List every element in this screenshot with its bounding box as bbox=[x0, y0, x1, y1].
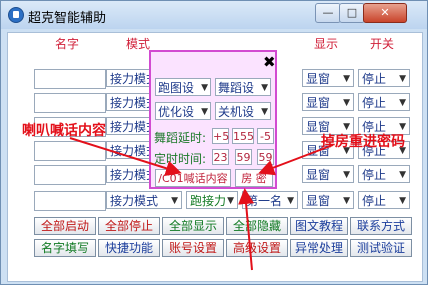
toggle-select-value: 停止 bbox=[362, 72, 387, 86]
column-header-mode: 模式 bbox=[126, 37, 151, 51]
window-title: 超克智能辅助 bbox=[28, 11, 107, 26]
chevron-down-icon: ▼ bbox=[261, 107, 268, 117]
account-settings-button[interactable]: 账号设置 bbox=[162, 239, 224, 257]
timer-hour-field[interactable]: 23 bbox=[212, 149, 229, 165]
display-select-value: 显窗 bbox=[306, 72, 331, 86]
chevron-down-icon: ▼ bbox=[343, 74, 350, 84]
timer-label: 定时时间: bbox=[154, 152, 207, 166]
toggle-select[interactable]: 停止 ▼ bbox=[358, 69, 410, 87]
toggle-select[interactable]: 停止 ▼ bbox=[358, 191, 410, 209]
minimize-button[interactable]: — bbox=[315, 3, 341, 23]
dance-setting-value: 舞蹈设 bbox=[218, 81, 255, 95]
start-all-button[interactable]: 全部启动 bbox=[34, 217, 96, 235]
toggle-select-value: 停止 bbox=[362, 168, 387, 182]
timer-second-field[interactable]: 59 bbox=[257, 149, 274, 165]
stop-all-button[interactable]: 全部停止 bbox=[98, 217, 160, 235]
display-select[interactable]: 显窗 ▼ bbox=[302, 165, 354, 183]
rank-select[interactable]: 第一名 ▼ bbox=[242, 191, 298, 209]
relay-select[interactable]: 跑接力 ▼ bbox=[186, 191, 238, 209]
chevron-down-icon: ▼ bbox=[343, 170, 350, 180]
chevron-down-icon: ▼ bbox=[399, 170, 406, 180]
mode-select[interactable]: 接力模式 bbox=[106, 165, 154, 183]
mode-select[interactable]: 接力模式 bbox=[106, 117, 154, 135]
display-select[interactable]: 显窗 ▼ bbox=[302, 69, 354, 87]
name-input[interactable] bbox=[34, 93, 106, 113]
timer-minute-field[interactable]: 59 bbox=[235, 149, 252, 165]
chevron-down-icon: ▼ bbox=[261, 83, 268, 93]
show-all-button[interactable]: 全部显示 bbox=[162, 217, 224, 235]
advanced-settings-button[interactable]: 高级设置 bbox=[226, 239, 288, 257]
quick-functions-button[interactable]: 快捷功能 bbox=[98, 239, 160, 257]
annotation-room-password: 掉房重进密码 bbox=[321, 134, 405, 150]
chevron-down-icon: ▼ bbox=[399, 74, 406, 84]
display-select-value: 显窗 bbox=[306, 96, 331, 110]
chevron-down-icon: ▼ bbox=[227, 196, 234, 206]
display-select-value: 显窗 bbox=[306, 194, 331, 208]
chevron-down-icon: ▼ bbox=[343, 196, 350, 206]
test-verify-button[interactable]: 测试验证 bbox=[350, 239, 412, 257]
maximize-button[interactable]: □ bbox=[339, 3, 365, 23]
name-input[interactable] bbox=[34, 191, 106, 211]
shout-content-field[interactable]: /C01喊话内容 bbox=[155, 169, 231, 187]
relay-select-value: 跑接力 bbox=[190, 194, 227, 208]
toggle-select-value: 停止 bbox=[362, 96, 387, 110]
close-button[interactable]: ✕ bbox=[363, 3, 407, 23]
mode-select[interactable]: 接力模式 bbox=[106, 141, 154, 159]
chevron-down-icon: ▼ bbox=[201, 83, 208, 93]
mode-select-value: 接力模式 bbox=[110, 96, 154, 110]
exception-handling-button[interactable]: 异常处理 bbox=[290, 239, 348, 257]
mode-select-value: 接力模式 bbox=[110, 144, 154, 158]
name-input[interactable] bbox=[34, 165, 106, 185]
dance-delay-label: 舞蹈延时: bbox=[154, 131, 207, 145]
column-header-toggle: 开关 bbox=[370, 37, 395, 51]
mode-select[interactable]: 接力模式 bbox=[106, 69, 154, 87]
toggle-select-value: 停止 bbox=[362, 194, 387, 208]
chevron-down-icon: ▼ bbox=[399, 98, 406, 108]
mode-select[interactable]: 接力模式 ▼ bbox=[106, 191, 182, 209]
shutdown-setting-value: 关机设 bbox=[218, 105, 255, 119]
tutorial-button[interactable]: 图文教程 bbox=[290, 217, 348, 235]
dance-delay-plus-button[interactable]: +5 bbox=[212, 128, 229, 144]
column-header-name: 名字 bbox=[55, 37, 80, 51]
annotation-shout-content: 喇叭喊话内容 bbox=[22, 123, 106, 139]
mode-select-value: 接力模式 bbox=[110, 120, 154, 134]
shutdown-setting-select[interactable]: 关机设 ▼ bbox=[215, 102, 271, 120]
advanced-settings-popup: ✖ 跑图设 ▼ 舞蹈设 ▼ 优化设 ▼ 关机设 ▼ 舞蹈延时: +5 155 -5 定时… bbox=[149, 50, 277, 189]
chevron-down-icon: ▼ bbox=[171, 196, 178, 206]
mode-select-value: 接力模式 bbox=[110, 194, 159, 208]
mode-select-value: 接力模式 bbox=[110, 168, 154, 182]
chevron-down-icon: ▼ bbox=[399, 196, 406, 206]
chevron-down-icon: ▼ bbox=[287, 196, 294, 206]
map-setting-value: 跑图设 bbox=[158, 81, 195, 95]
app-icon bbox=[8, 7, 24, 23]
title-bar[interactable]: 超克智能辅助 — □ ✕ bbox=[1, 1, 427, 29]
display-select-value: 显窗 bbox=[306, 168, 331, 182]
contact-button[interactable]: 联系方式 bbox=[350, 217, 412, 235]
dance-delay-value[interactable]: 155 bbox=[232, 128, 254, 144]
optimize-setting-select[interactable]: 优化设 ▼ bbox=[155, 102, 211, 120]
map-setting-select[interactable]: 跑图设 ▼ bbox=[155, 78, 211, 96]
toggle-select[interactable]: 停止 ▼ bbox=[358, 165, 410, 183]
column-header-display: 显示 bbox=[314, 37, 339, 51]
app-window: 超克智能辅助 — □ ✕ 名字 模式 显示 开关 接力模式 显窗 ▼ 停止 ▼ 接力… bbox=[0, 0, 428, 285]
close-icon[interactable]: ✖ bbox=[263, 53, 276, 71]
room-password-field[interactable]: 房 密 bbox=[235, 169, 273, 187]
fill-names-button[interactable]: 名字填写 bbox=[34, 239, 96, 257]
toggle-select[interactable]: 停止 ▼ bbox=[358, 93, 410, 111]
mode-select-value: 接力模式 bbox=[110, 72, 154, 86]
dance-delay-minus-button[interactable]: -5 bbox=[257, 128, 274, 144]
optimize-setting-value: 优化设 bbox=[158, 105, 195, 119]
rank-select-value: 第一名 bbox=[246, 194, 283, 208]
name-input[interactable] bbox=[34, 141, 106, 161]
display-select[interactable]: 显窗 ▼ bbox=[302, 191, 354, 209]
chevron-down-icon: ▼ bbox=[343, 98, 350, 108]
hide-all-button[interactable]: 全部隐藏 bbox=[226, 217, 288, 235]
dance-setting-select[interactable]: 舞蹈设 ▼ bbox=[215, 78, 271, 96]
chevron-down-icon: ▼ bbox=[201, 107, 208, 117]
display-select[interactable]: 显窗 ▼ bbox=[302, 93, 354, 111]
name-input[interactable] bbox=[34, 69, 106, 89]
mode-select[interactable]: 接力模式 bbox=[106, 93, 154, 111]
